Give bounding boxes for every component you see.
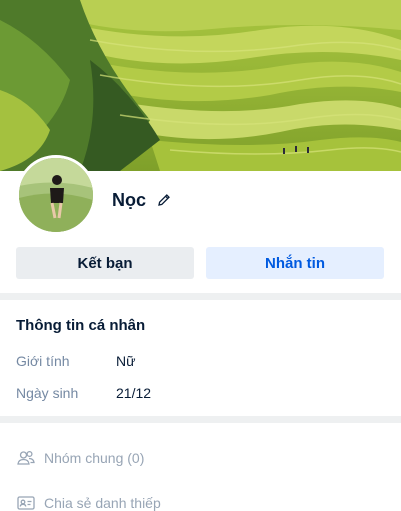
people-icon — [16, 448, 36, 468]
share-card-item[interactable]: Chia sẻ danh thiếp — [16, 493, 161, 511]
info-row-birthday: Ngày sinh 21/12 — [16, 385, 151, 401]
message-button[interactable]: Nhắn tin — [206, 247, 384, 279]
contact-card-icon — [16, 493, 36, 511]
avatar[interactable] — [16, 155, 96, 235]
pencil-icon[interactable] — [156, 192, 172, 208]
profile-actions: Kết bạn Nhắn tin — [16, 247, 384, 279]
profile-name-row: Nọc — [112, 188, 172, 212]
section-divider — [0, 293, 401, 300]
common-groups-label: Nhóm chung (0) — [44, 450, 145, 466]
info-row-gender: Giới tính Nữ — [16, 353, 135, 369]
profile-name: Nọc — [112, 189, 147, 210]
cover-photo[interactable] — [0, 0, 401, 171]
personal-info-title: Thông tin cá nhân — [16, 317, 146, 334]
info-label: Ngày sinh — [16, 385, 79, 401]
share-card-label: Chia sẻ danh thiếp — [44, 495, 161, 511]
info-label: Giới tính — [16, 353, 70, 369]
section-divider — [0, 416, 401, 423]
info-value: 21/12 — [116, 385, 152, 401]
info-value: Nữ — [116, 353, 136, 369]
common-groups-item[interactable]: Nhóm chung (0) — [16, 448, 144, 468]
add-friend-button[interactable]: Kết bạn — [16, 247, 194, 279]
